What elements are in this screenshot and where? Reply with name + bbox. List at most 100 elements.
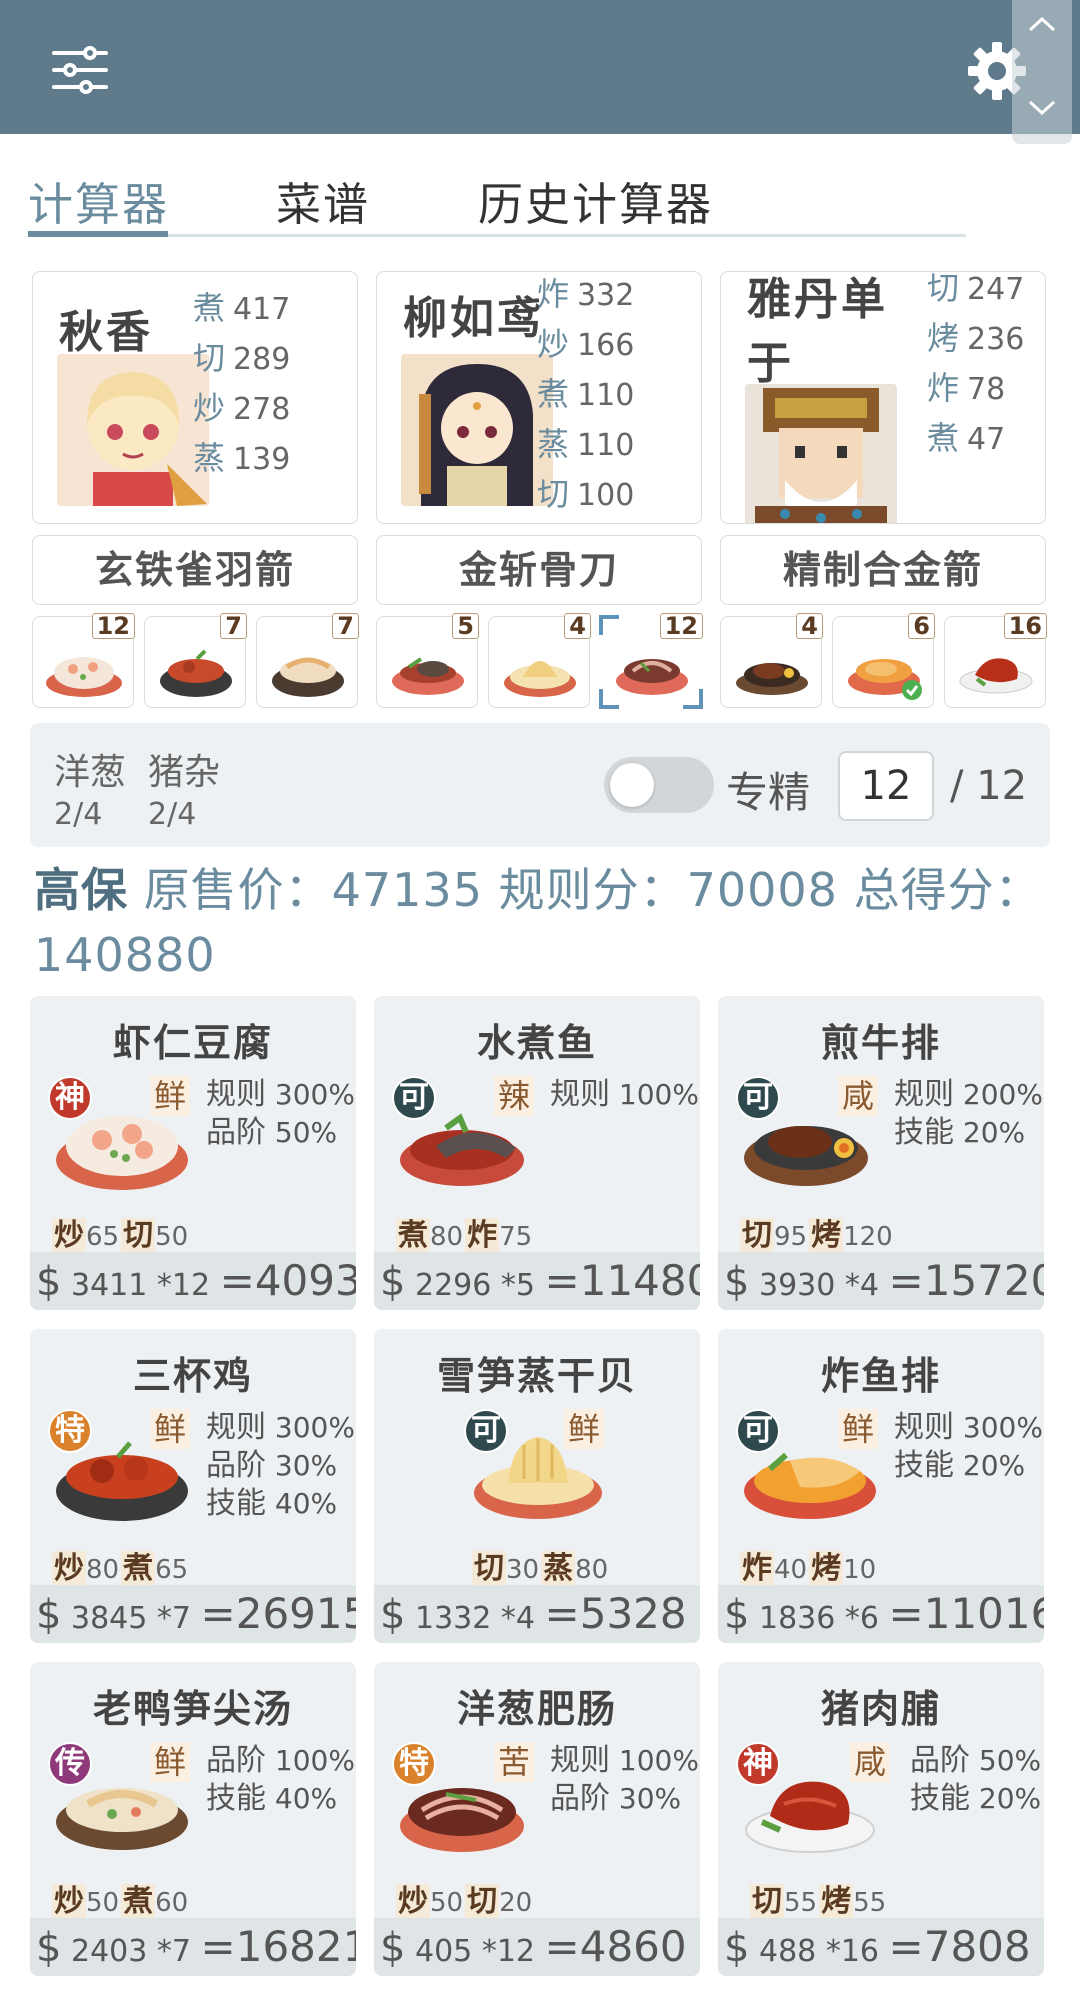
chef-stats: 炸 332 炒 166 煮 110 蒸 110 切 100	[537, 275, 635, 513]
quantity: *7	[156, 1934, 191, 1969]
unit-price: 3930	[759, 1268, 836, 1303]
dish-slot[interactable]: 5	[376, 613, 479, 708]
recipe-card[interactable]: 水煮鱼 可 辣 规则 100% 煮80 炸75 $ 2296 *5 =11480	[374, 996, 700, 1310]
line-total: =15720	[888, 1256, 1044, 1305]
rarity-badge: 可	[392, 1076, 436, 1120]
recipe-card[interactable]: 洋葱肥肠 特 苦 规则 100% 品阶 30% 炒50 切20 $ 405 *12…	[374, 1662, 700, 1976]
dish-count-badge: 4	[796, 613, 823, 639]
selection-bracket	[683, 689, 703, 709]
chevron-down-icon[interactable]	[1026, 98, 1058, 118]
dish-icon	[160, 649, 232, 697]
skill-requirements: 炒50 煮60	[52, 1884, 189, 1919]
dish-slot-selected[interactable]: 12	[599, 613, 703, 709]
sliders-menu-icon[interactable]	[52, 45, 108, 95]
chef-card[interactable]: 秋香 煮 417 切 289 炒 278 蒸 139	[32, 271, 358, 524]
chef-card[interactable]: 雅丹单 于 切 247 烤 236 炸 78 煮 47	[720, 271, 1046, 524]
flavor-tag: 鲜	[150, 1409, 191, 1449]
dish-icon	[736, 663, 808, 695]
price-bar: $ 3411 *12 =40932	[30, 1252, 356, 1310]
bonus-list: 规则 300% 技能 20%	[894, 1410, 1043, 1483]
recipe-card[interactable]: 三杯鸡 特 鲜 规则 300% 品阶 30% 技能 40% 炒80 煮65 $ 3…	[30, 1329, 356, 1643]
equipment-button[interactable]: 精制合金箭	[720, 535, 1046, 605]
dish-count-badge: 12	[659, 613, 703, 639]
skill-requirements: 炒50 切20	[396, 1884, 533, 1919]
dish-slot[interactable]: 7	[144, 613, 247, 708]
price-bar: $ 405 *12 =4860	[374, 1918, 700, 1976]
price-bar: $ 1332 *4 =5328	[374, 1585, 700, 1643]
rarity-badge: 特	[48, 1409, 92, 1453]
chef-card[interactable]: 柳如鸢 炸 332 炒 166 煮 110 蒸 110 切 100	[376, 271, 702, 524]
recipe-card[interactable]: 炸鱼排 可 鲜 规则 300% 技能 20% 炸40 烤10 $ 1836 *6 …	[718, 1329, 1044, 1643]
price-bar: $ 2403 *7 =16821	[30, 1918, 356, 1976]
total-score-label: 总得分：	[853, 863, 1042, 917]
chef-avatar	[401, 354, 553, 506]
dish-count-badge: 4	[564, 613, 591, 639]
quantity: *12	[481, 1934, 535, 1969]
dish-slot[interactable]: 12	[32, 613, 135, 708]
tab-recipes[interactable]: 菜谱	[276, 168, 370, 233]
scroll-handle[interactable]	[1012, 0, 1072, 144]
skill-requirements: 切95 烤120	[740, 1218, 893, 1253]
dish-count-badge: 6	[908, 613, 935, 639]
bonus-list: 品阶 50% 技能 20%	[910, 1743, 1042, 1816]
skill-requirements: 炒80 煮65	[52, 1551, 189, 1586]
line-total: =11480	[544, 1256, 700, 1305]
recipe-name: 猪肉脯	[820, 1687, 941, 1731]
tab-calculator[interactable]: 计算器	[28, 168, 169, 233]
specialize-toggle[interactable]	[604, 757, 714, 813]
dish-count-badge: 7	[332, 613, 359, 639]
flavor-tag: 鲜	[150, 1076, 191, 1116]
price-bar: $ 3930 *4 =15720	[718, 1252, 1044, 1310]
ingredient-count: 2/4	[54, 797, 103, 832]
tab-track	[28, 234, 966, 237]
recipe-card[interactable]: 煎牛排 可 咸 规则 200% 技能 20% 切95 烤120 $ 3930 *4…	[718, 996, 1044, 1310]
dish-slot[interactable]: 4	[720, 613, 823, 708]
rarity-badge: 神	[48, 1076, 92, 1120]
recipe-name: 煎牛排	[820, 1021, 941, 1065]
rule-score-label: 规则分：	[498, 863, 687, 917]
dish-slot[interactable]: 16	[944, 613, 1047, 708]
skill-requirements: 炸40 烤10	[740, 1551, 877, 1586]
dish-icon	[272, 657, 344, 697]
recipe-card[interactable]: 虾仁豆腐 神 鲜 规则 300% 品阶 50% 炒65 切50 $ 3411 *1…	[30, 996, 356, 1310]
quantity: *4	[500, 1601, 535, 1636]
score-summary: 高保 原售价：47135 规则分：70008 总得分： 140880	[34, 858, 1054, 988]
selection-bracket	[599, 689, 619, 709]
dish-icon	[504, 661, 576, 697]
ingredients-panel: 洋葱 2/4 猪杂 2/4 专精 12 / 12	[30, 723, 1050, 847]
price-bar: $ 2296 *5 =11480	[374, 1252, 700, 1310]
flavor-tag: 鲜	[838, 1409, 879, 1449]
dish-slot[interactable]: 4	[488, 613, 591, 708]
toggle-knob	[610, 763, 654, 807]
price-bar: $ 488 *16 =7808	[718, 1918, 1044, 1976]
price-bar: $ 1836 *6 =11016	[718, 1585, 1044, 1643]
dish-slot[interactable]: 6	[832, 613, 935, 708]
rarity-badge: 传	[48, 1742, 92, 1786]
recipe-name: 雪笋蒸干贝	[436, 1354, 637, 1398]
quantity: *7	[156, 1601, 191, 1636]
chef-avatar	[57, 354, 209, 506]
skill-requirements: 炒65 切50	[52, 1218, 189, 1253]
specialize-level-input[interactable]: 12	[838, 751, 934, 821]
dish-slot[interactable]: 7	[256, 613, 359, 708]
dish-icon	[392, 657, 464, 695]
rarity-badge: 可	[736, 1409, 780, 1453]
dish-count-badge: 5	[452, 613, 479, 639]
recipe-name: 水煮鱼	[476, 1021, 597, 1065]
recipe-card[interactable]: 猪肉脯 神 咸 品阶 50% 技能 20% 切55 烤55 $ 488 *16 =…	[718, 1662, 1044, 1976]
price-bar: $ 3845 *7 =26915	[30, 1585, 356, 1643]
recipe-card[interactable]: 雪笋蒸干贝 可 鲜 切30 蒸80 $ 1332 *4 =5328	[374, 1329, 700, 1643]
equipment-button[interactable]: 玄铁雀羽箭	[32, 535, 358, 605]
equipment-button[interactable]: 金斩骨刀	[376, 535, 702, 605]
check-icon	[902, 680, 922, 700]
unit-price: 488	[759, 1934, 817, 1969]
unit-price: 1836	[759, 1601, 836, 1636]
chevron-up-icon[interactable]	[1026, 14, 1058, 34]
tab-active-indicator	[28, 231, 168, 237]
rarity-badge: 神	[736, 1742, 780, 1786]
recipe-card[interactable]: 老鸭笋尖汤 传 鲜 品阶 100% 技能 40% 炒50 煮60 $ 2403 *…	[30, 1662, 356, 1976]
tab-history-calculator[interactable]: 历史计算器	[478, 168, 713, 233]
flavor-tag: 苦	[494, 1742, 535, 1782]
recipe-name: 洋葱肥肠	[456, 1687, 617, 1731]
chef-avatar	[745, 384, 897, 523]
